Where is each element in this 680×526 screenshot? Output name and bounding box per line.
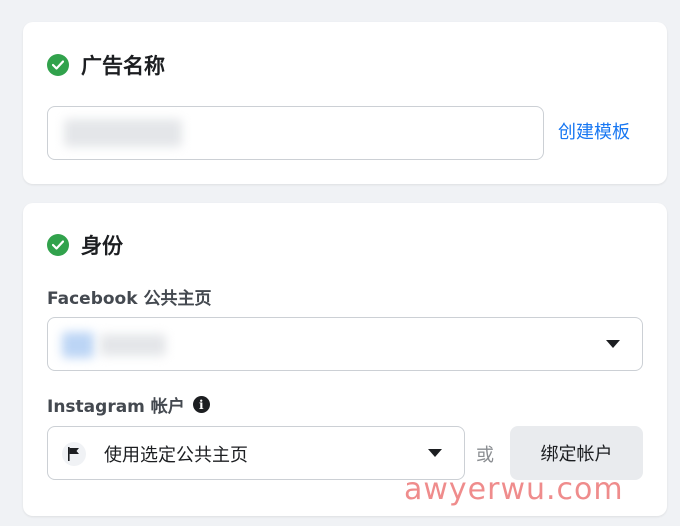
identity-header: 身份 — [47, 230, 123, 260]
redacted-page-avatar — [62, 332, 94, 358]
check-circle-icon — [47, 234, 69, 256]
facebook-page-label: Facebook 公共主页 — [47, 284, 211, 309]
watermark: awyerwu.com — [404, 472, 624, 507]
or-text: 或 — [476, 445, 494, 466]
identity-title: 身份 — [81, 234, 123, 258]
instagram-label-text: Instagram 帐户 — [47, 397, 185, 417]
identity-card: 身份 Facebook 公共主页 Instagram 帐户 i 使用选定公共主页… — [23, 203, 667, 516]
ad-name-title: 广告名称 — [81, 54, 165, 78]
ad-name-card: 广告名称 创建模板 — [23, 22, 667, 184]
create-template-link[interactable]: 创建模板 — [558, 118, 630, 144]
check-circle-icon — [47, 54, 69, 76]
instagram-label: Instagram 帐户 i — [47, 392, 210, 417]
facebook-page-select[interactable] — [47, 317, 643, 371]
ad-name-input[interactable] — [47, 106, 544, 160]
chevron-down-icon — [428, 449, 442, 457]
ad-name-header: 广告名称 — [47, 50, 165, 80]
facebook-page-label-text: Facebook 公共主页 — [47, 289, 212, 309]
chevron-down-icon — [606, 340, 620, 348]
info-icon[interactable]: i — [192, 396, 210, 413]
redacted-value — [64, 119, 182, 147]
redacted-page-name — [100, 334, 166, 356]
flag-icon — [62, 442, 86, 466]
instagram-account-select[interactable]: 使用选定公共主页 — [47, 426, 465, 480]
instagram-select-value: 使用选定公共主页 — [104, 445, 248, 466]
